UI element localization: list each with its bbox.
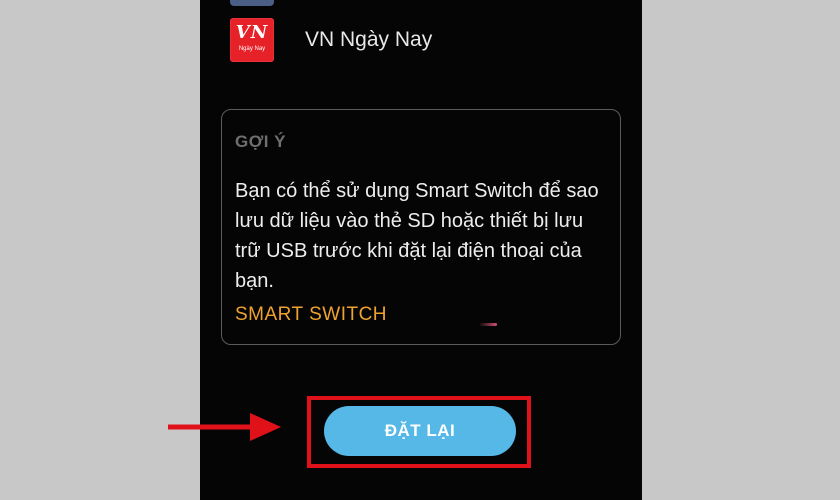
partial-app-icon xyxy=(230,0,274,6)
hint-description: Bạn có thể sử dụng Smart Switch để sao l… xyxy=(235,180,599,292)
vn-ngay-nay-app-icon: VN Ngày Nay xyxy=(230,18,274,62)
app-icon-secondary-text: Ngày Nay xyxy=(238,46,266,52)
smart-switch-hint-card: GỢI Ý Bạn có thể sử dụng Smart Switch để… xyxy=(221,109,621,345)
smart-switch-link[interactable]: SMART SWITCH xyxy=(235,304,387,326)
app-name-label: VN Ngày Nay xyxy=(305,28,433,51)
app-icon-primary-text: VN xyxy=(235,22,269,43)
app-list-item-vn-ngay-nay[interactable]: VN Ngày Nay VN Ngày Nay xyxy=(230,18,610,62)
reset-button[interactable]: ĐẶT LẠI xyxy=(324,406,516,456)
hint-title: GỢI Ý xyxy=(235,132,287,151)
screen-glare-mark xyxy=(479,323,497,326)
red-arrow-indicator xyxy=(168,413,281,441)
